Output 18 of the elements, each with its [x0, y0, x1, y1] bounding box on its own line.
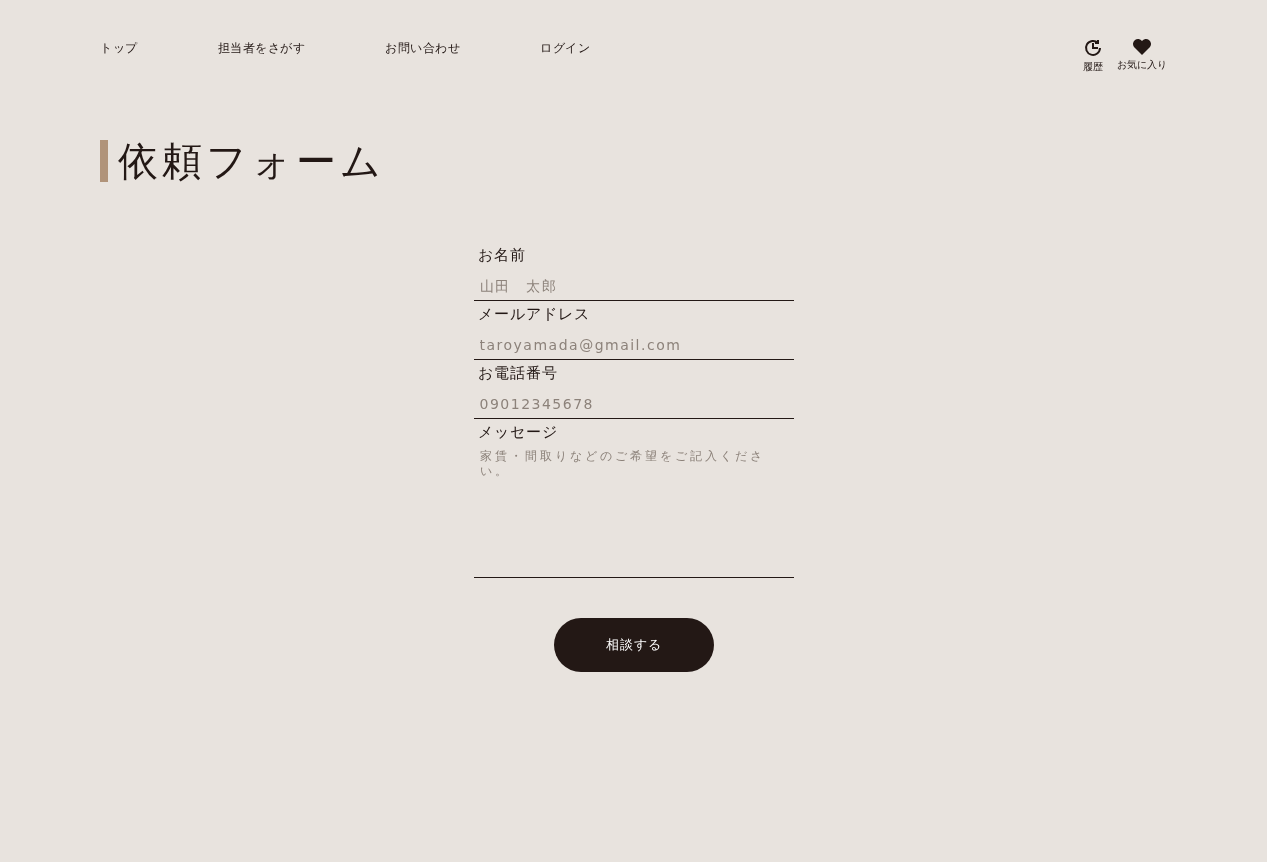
clock-icon: [1083, 38, 1103, 58]
input-field[interactable]: 09012345678: [473, 384, 794, 419]
page-title: 依頼フォーム: [100, 140, 385, 182]
field-label: お電話番号: [476, 363, 559, 384]
history-link[interactable]: 履歴: [1083, 38, 1103, 74]
nav-link[interactable]: 担当者をさがす: [217, 38, 305, 57]
input-field[interactable]: 山田 太郎: [473, 266, 794, 301]
field-label: メールアドレス: [476, 304, 591, 325]
field-label: お名前: [476, 245, 527, 266]
nav-link[interactable]: お問い合わせ: [385, 38, 460, 57]
message-field[interactable]: 家賃・間取りなどのご希望をご記入ください。: [473, 443, 794, 578]
nav-link[interactable]: ログイン: [540, 38, 590, 57]
submit-button[interactable]: 相談する: [553, 618, 714, 672]
input-field[interactable]: taroyamada@gmail.com: [473, 325, 794, 360]
nav-link[interactable]: トップ: [100, 38, 138, 57]
favorites-link[interactable]: お気に入り: [1117, 38, 1167, 74]
field-label: メッセージ: [476, 422, 559, 443]
heart-icon: [1132, 38, 1152, 56]
